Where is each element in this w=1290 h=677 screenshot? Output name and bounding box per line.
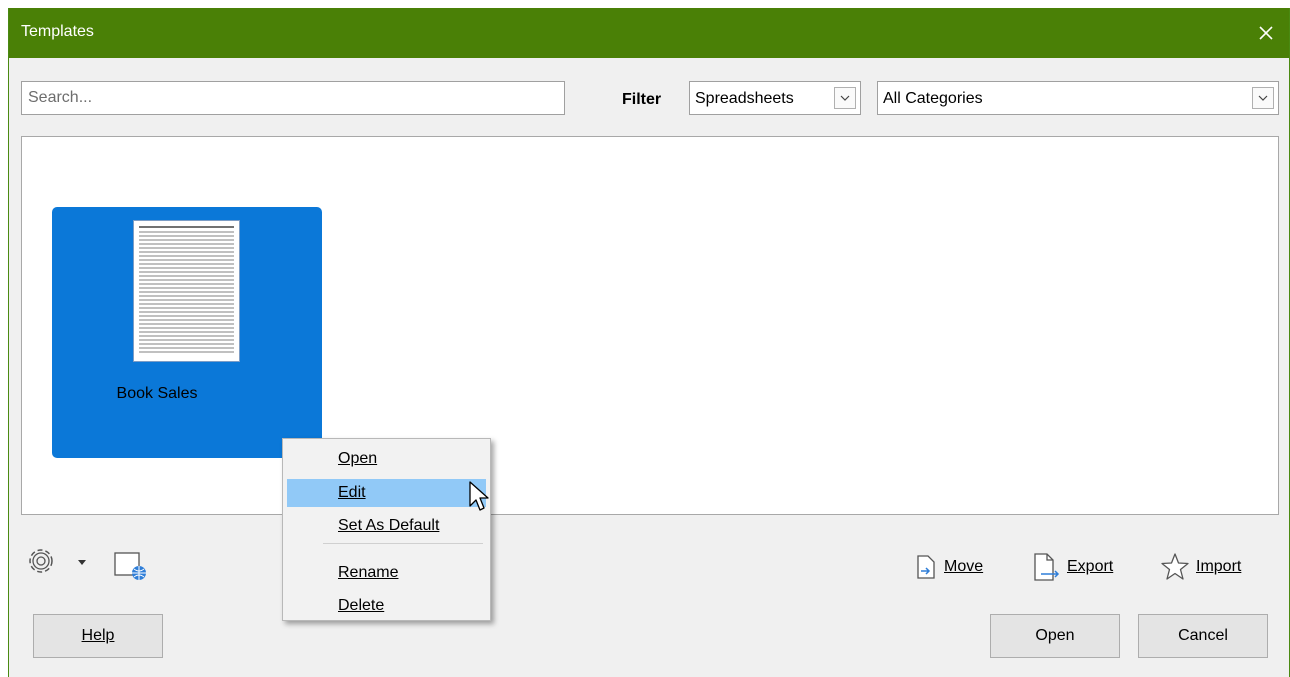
help-button[interactable]: Help xyxy=(33,614,163,658)
menu-separator xyxy=(323,543,483,544)
export-icon xyxy=(1034,553,1060,581)
menu-item-rename[interactable]: Rename xyxy=(287,559,486,587)
dropdown-arrow-icon xyxy=(78,560,86,565)
category-select[interactable]: All Categories xyxy=(877,81,1279,115)
template-type-value: Spreadsheets xyxy=(695,90,794,107)
window-title: Templates xyxy=(21,23,94,40)
mouse-pointer-icon xyxy=(469,481,489,511)
export-button[interactable]: Export xyxy=(1031,553,1113,581)
template-type-select[interactable]: Spreadsheets xyxy=(689,81,861,115)
template-item[interactable]: Book Sales xyxy=(52,207,322,458)
close-icon xyxy=(1259,26,1273,40)
menu-item-delete[interactable]: Delete xyxy=(287,592,486,620)
star-icon xyxy=(1161,553,1189,580)
menu-item-open[interactable]: Open xyxy=(287,445,486,473)
globe-document-icon xyxy=(114,552,146,580)
online-repository-button[interactable] xyxy=(113,547,149,581)
template-name: Book Sales xyxy=(116,385,198,402)
settings-menu-button[interactable] xyxy=(25,545,87,579)
title-bar: Templates xyxy=(9,8,1289,58)
cancel-button[interactable]: Cancel xyxy=(1138,614,1268,658)
open-button[interactable]: Open xyxy=(990,614,1120,658)
context-menu: Open Edit Set As Default Rename Delete xyxy=(282,438,491,621)
template-view[interactable]: Book Sales Open Edit Set As Default Rena… xyxy=(21,136,1279,621)
template-thumbnail xyxy=(133,220,240,362)
chevron-down-icon[interactable] xyxy=(834,87,856,109)
move-button[interactable]: Move xyxy=(914,553,983,581)
search-input[interactable] xyxy=(21,81,565,115)
chevron-down-icon[interactable] xyxy=(1252,87,1274,109)
category-value: All Categories xyxy=(883,90,983,107)
menu-item-set-as-default[interactable]: Set As Default xyxy=(287,512,486,540)
move-icon xyxy=(917,555,935,579)
templates-dialog: Templates Filter Spreadsheets All Catego… xyxy=(8,8,1290,677)
import-button[interactable]: Import xyxy=(1160,553,1241,581)
filter-label: Filter xyxy=(622,91,662,108)
gear-icon xyxy=(29,549,53,573)
close-button[interactable] xyxy=(1249,16,1283,50)
menu-item-edit[interactable]: Edit xyxy=(287,479,486,507)
